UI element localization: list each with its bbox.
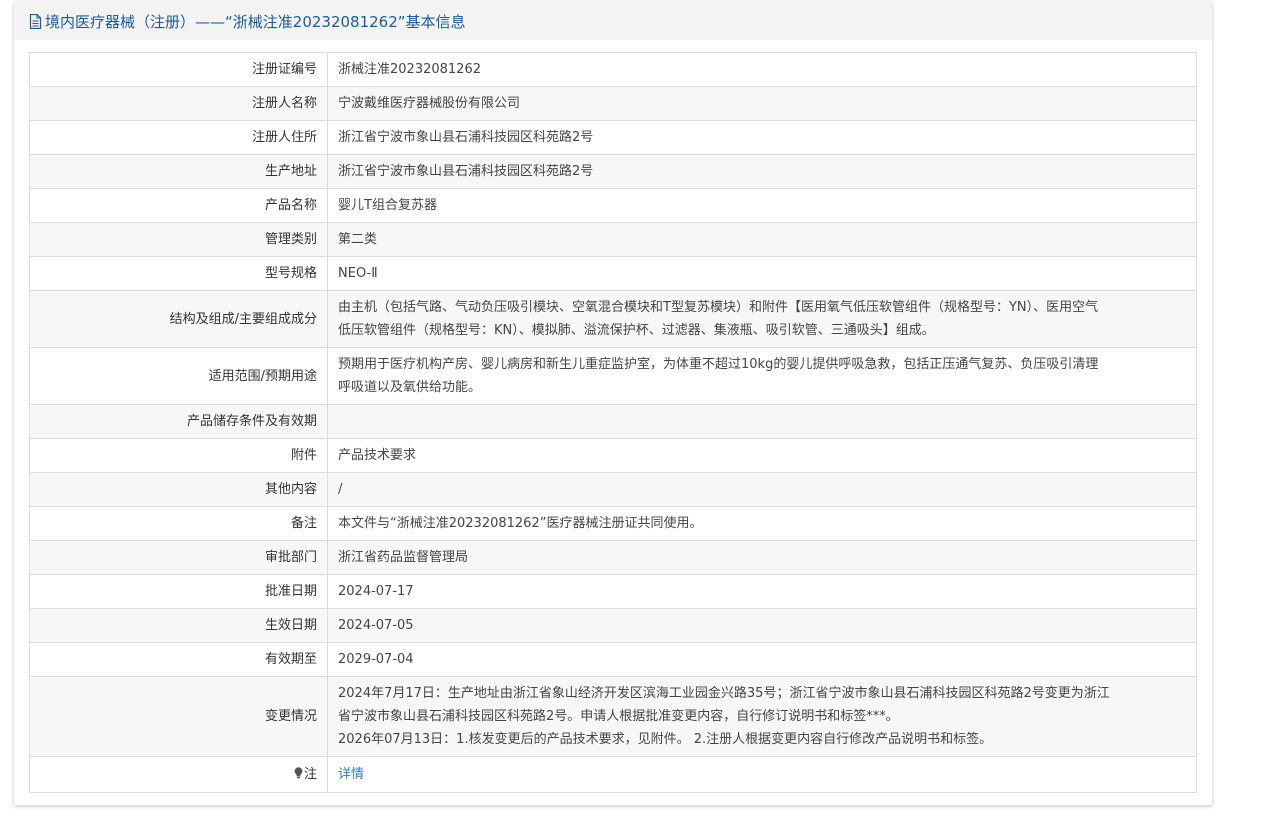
table-row: 备注 本文件与“浙械注准20232081262”医疗器械注册证共同使用。: [29, 506, 1197, 541]
row-value: 浙械注准20232081262: [327, 52, 1197, 87]
row-value: [327, 404, 1197, 439]
row-value: 由主机（包括气路、气动负压吸引模块、空氧混合模块和T型复苏模块）和附件【医用氧气…: [327, 290, 1197, 348]
row-value: 本文件与“浙械注准20232081262”医疗器械注册证共同使用。: [327, 506, 1197, 541]
table-row: 结构及组成/主要组成成分 由主机（包括气路、气动负压吸引模块、空氧混合模块和T型…: [29, 290, 1197, 348]
info-table: 注册证编号 浙械注准20232081262 注册人名称 宁波戴维医疗器械股份有限…: [29, 52, 1197, 793]
table-row: 有效期至 2029-07-04: [29, 642, 1197, 677]
row-value: 浙江省宁波市象山县石浦科技园区科苑路2号: [327, 154, 1197, 189]
row-label: 管理类别: [29, 222, 328, 257]
table-row: 生产地址 浙江省宁波市象山县石浦科技园区科苑路2号: [29, 154, 1197, 189]
table-row: 产品储存条件及有效期: [29, 404, 1197, 439]
page-title: 境内医疗器械（注册）——“浙械注准20232081262”基本信息: [45, 12, 466, 31]
row-value: 2024-07-05: [327, 608, 1197, 643]
row-label: 产品名称: [29, 188, 328, 223]
row-value: 婴儿T组合复苏器: [327, 188, 1197, 223]
row-label: 结构及组成/主要组成成分: [29, 290, 328, 348]
details-link[interactable]: 详情: [338, 767, 364, 782]
table-row: 批准日期 2024-07-17: [29, 574, 1197, 609]
document-icon: [29, 13, 43, 30]
value-line: 省宁波市象山县石浦科技园区科苑路2号。申请人根据批准变更内容，自行修订说明书和标…: [338, 709, 899, 724]
row-label: 适用范围/预期用途: [29, 347, 328, 405]
value-line: 呼吸道以及氧供给功能。: [338, 380, 482, 395]
device-info-panel: 境内医疗器械（注册）——“浙械注准20232081262”基本信息 注册证编号 …: [14, 2, 1212, 805]
row-value: 第二类: [327, 222, 1197, 257]
table-row: 生效日期 2024-07-05: [29, 608, 1197, 643]
table-row-note: 注 详情: [29, 756, 1197, 793]
row-label: 注册人住所: [29, 120, 328, 155]
panel-header: 境内医疗器械（注册）——“浙械注准20232081262”基本信息: [14, 2, 1212, 40]
table-row: 注册证编号 浙械注准20232081262: [29, 52, 1197, 87]
table-row: 型号规格 NEO-Ⅱ: [29, 256, 1197, 291]
row-label: 生效日期: [29, 608, 328, 643]
value-line: 2026年07月13日：1.核发变更后的产品技术要求，见附件。 2.注册人根据变…: [338, 732, 993, 747]
row-value: 2029-07-04: [327, 642, 1197, 677]
row-label: 注册人名称: [29, 86, 328, 121]
row-label: 批准日期: [29, 574, 328, 609]
row-label: 型号规格: [29, 256, 328, 291]
row-label: 附件: [29, 438, 328, 473]
row-label: 备注: [29, 506, 328, 541]
table-row: 其他内容 /: [29, 472, 1197, 507]
row-value: 2024-07-17: [327, 574, 1197, 609]
row-label: 变更情况: [29, 676, 328, 757]
row-label: 生产地址: [29, 154, 328, 189]
value-line: 2024年7月17日：生产地址由浙江省象山经济开发区滨海工业园金兴路35号；浙江…: [338, 686, 1110, 701]
note-label: 注: [303, 767, 317, 782]
table-row: 附件 产品技术要求: [29, 438, 1197, 473]
row-label: 有效期至: [29, 642, 328, 677]
row-value: 预期用于医疗机构产房、婴儿病房和新生儿重症监护室，为体重不超过10kg的婴儿提供…: [327, 347, 1197, 405]
table-row: 审批部门 浙江省药品监督管理局: [29, 540, 1197, 575]
row-value: 详情: [327, 756, 1197, 793]
value-line: 低压软管组件（规格型号：KN）、模拟肺、溢流保护杯、过滤器、集液瓶、吸引软管、三…: [338, 323, 935, 338]
row-value: 产品技术要求: [327, 438, 1197, 473]
row-label: 注册证编号: [29, 52, 328, 87]
lightbulb-icon: [294, 764, 303, 779]
row-value: 宁波戴维医疗器械股份有限公司: [327, 86, 1197, 121]
table-row: 变更情况 2024年7月17日：生产地址由浙江省象山经济开发区滨海工业园金兴路3…: [29, 676, 1197, 757]
row-label: 审批部门: [29, 540, 328, 575]
row-value: 浙江省药品监督管理局: [327, 540, 1197, 575]
table-row: 适用范围/预期用途 预期用于医疗机构产房、婴儿病房和新生儿重症监护室，为体重不超…: [29, 347, 1197, 405]
row-label: 其他内容: [29, 472, 328, 507]
table-row: 管理类别 第二类: [29, 222, 1197, 257]
row-value: 2024年7月17日：生产地址由浙江省象山经济开发区滨海工业园金兴路35号；浙江…: [327, 676, 1197, 757]
table-row: 注册人住所 浙江省宁波市象山县石浦科技园区科苑路2号: [29, 120, 1197, 155]
table-row: 产品名称 婴儿T组合复苏器: [29, 188, 1197, 223]
value-line: 由主机（包括气路、气动负压吸引模块、空氧混合模块和T型复苏模块）和附件【医用氧气…: [338, 300, 1099, 315]
row-value: NEO-Ⅱ: [327, 256, 1197, 291]
row-value: 浙江省宁波市象山县石浦科技园区科苑路2号: [327, 120, 1197, 155]
row-value: /: [327, 472, 1197, 507]
row-label: 产品储存条件及有效期: [29, 404, 328, 439]
row-label: 注: [29, 756, 328, 793]
table-row: 注册人名称 宁波戴维医疗器械股份有限公司: [29, 86, 1197, 121]
value-line: 预期用于医疗机构产房、婴儿病房和新生儿重症监护室，为体重不超过10kg的婴儿提供…: [338, 357, 1099, 372]
